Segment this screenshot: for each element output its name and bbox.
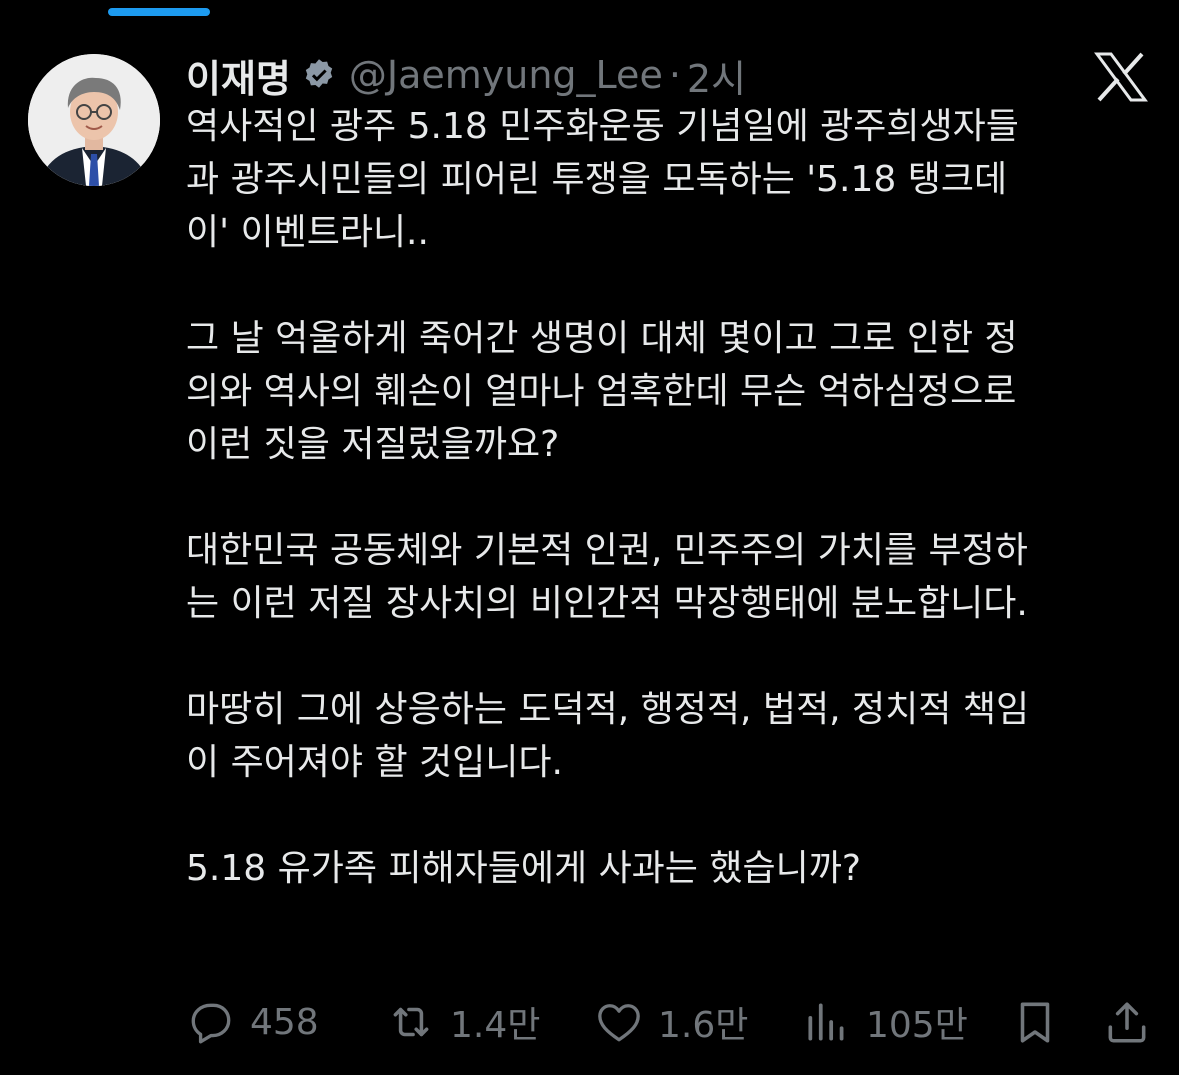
reply-button[interactable]: 458 bbox=[186, 992, 319, 1052]
tweet-paragraph: 역사적인 광주 5.18 민주화운동 기념일에 광주희생자들 과 광주시민들의 … bbox=[186, 106, 1019, 253]
share-icon bbox=[1102, 997, 1152, 1047]
repost-icon bbox=[386, 997, 436, 1047]
tweet-paragraph: 대한민국 공동체와 기본적 인권, 민주주의 가치를 부정하 는 이런 저질 장… bbox=[186, 530, 1028, 624]
top-tab-indicator bbox=[108, 8, 210, 16]
reply-count: 458 bbox=[250, 1001, 319, 1043]
bookmark-icon bbox=[1010, 997, 1060, 1047]
display-name[interactable]: 이재명 bbox=[186, 48, 291, 103]
tweet-paragraph: 마땅히 그에 상응하는 도덕적, 행정적, 법적, 정치적 책임 이 주어져야 … bbox=[186, 689, 1030, 783]
tweet-paragraph: 5.18 유가족 피해자들에게 사과는 했습니까? bbox=[186, 848, 861, 889]
views-count: 105만 bbox=[866, 1005, 968, 1046]
tweet-paragraph: 그 날 억울하게 죽어간 생명이 대체 몇이고 그로 인한 정 의와 역사의 훼… bbox=[186, 318, 1018, 465]
tweet-header: 이재명 @Jaemyung_Lee · 2시 bbox=[186, 46, 746, 104]
views-chart-icon bbox=[802, 997, 852, 1047]
reply-icon bbox=[186, 997, 236, 1047]
x-logo-icon bbox=[1094, 52, 1148, 102]
verified-badge-icon bbox=[301, 57, 337, 93]
bookmark-button[interactable] bbox=[1010, 992, 1060, 1052]
user-handle[interactable]: @Jaemyung_Lee bbox=[349, 53, 663, 97]
tweet-action-bar: 458 1.4만 1.6만 105만 bbox=[186, 992, 1152, 1052]
like-count: 1.6만 bbox=[658, 1005, 749, 1046]
timestamp[interactable]: 2시 bbox=[687, 48, 746, 103]
repost-button[interactable]: 1.4만 bbox=[386, 992, 540, 1052]
share-button[interactable] bbox=[1102, 992, 1152, 1052]
profile-photo bbox=[28, 54, 160, 186]
like-button[interactable]: 1.6만 bbox=[594, 992, 748, 1052]
views-button[interactable]: 105만 bbox=[802, 992, 968, 1052]
avatar[interactable] bbox=[28, 54, 160, 186]
tweet-text: 역사적인 광주 5.18 민주화운동 기념일에 광주희생자들 과 광주시민들의 … bbox=[186, 100, 1161, 895]
separator-dot: · bbox=[668, 53, 681, 97]
repost-count: 1.4만 bbox=[450, 1005, 541, 1046]
heart-icon bbox=[594, 997, 644, 1047]
